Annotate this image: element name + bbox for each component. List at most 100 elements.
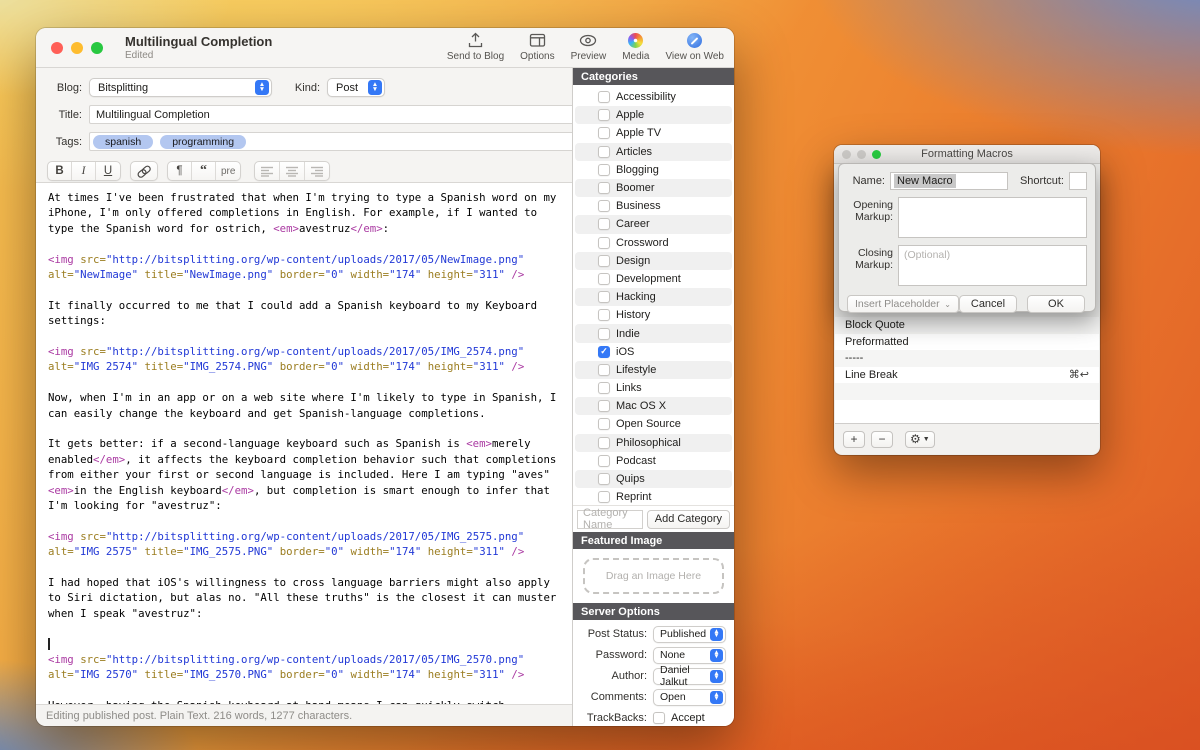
macro-row[interactable] [835, 383, 1099, 400]
category-checkbox[interactable] [598, 455, 610, 467]
server-option-popup[interactable]: Published▲▼ [653, 626, 726, 643]
category-checkbox[interactable] [598, 382, 610, 394]
server-option-popup[interactable]: Open▲▼ [653, 689, 726, 706]
category-row[interactable]: Boomer [575, 179, 732, 197]
category-row[interactable]: History [575, 306, 732, 324]
ok-button[interactable]: OK [1027, 295, 1085, 313]
category-row[interactable]: Apple [575, 106, 732, 124]
italic-button[interactable]: I [72, 162, 96, 180]
category-checkbox[interactable] [598, 400, 610, 412]
category-checkbox[interactable] [598, 418, 610, 430]
macro-shortcut-input[interactable] [1069, 172, 1087, 190]
category-checkbox[interactable] [598, 237, 610, 249]
category-checkbox[interactable] [598, 328, 610, 340]
toolbar-button-media[interactable]: Media [622, 31, 649, 62]
post-body-editor[interactable]: At times I've been frustrated that when … [36, 182, 572, 704]
category-row[interactable]: Design [575, 252, 732, 270]
closing-markup-textarea[interactable]: (Optional) [898, 245, 1087, 286]
underline-button[interactable]: U [96, 162, 120, 180]
cancel-button[interactable]: Cancel [959, 295, 1017, 313]
macro-row[interactable]: Line Break⌘↩ [835, 367, 1099, 384]
kind-popup[interactable]: Post ▲▼ [327, 78, 385, 97]
zoom-button[interactable] [91, 42, 103, 54]
category-row[interactable]: Philosophical [575, 434, 732, 452]
toolbar-button-view-on-web[interactable]: View on Web [665, 31, 724, 62]
category-checkbox[interactable] [598, 309, 610, 321]
category-checkbox[interactable] [598, 291, 610, 303]
category-checkbox[interactable] [598, 146, 610, 158]
category-row[interactable]: Links [575, 379, 732, 397]
category-checkbox[interactable] [598, 473, 610, 485]
align-center-icon[interactable] [280, 162, 305, 180]
category-row[interactable]: ✓iOS [575, 343, 732, 361]
featured-image-dropzone[interactable]: Drag an Image Here [583, 558, 724, 594]
macro-name-input[interactable]: New Macro [890, 172, 1008, 190]
macro-row[interactable]: Preformatted [835, 334, 1099, 351]
add-category-button[interactable]: Add Category [647, 510, 730, 529]
category-checkbox[interactable] [598, 218, 610, 230]
category-row[interactable]: Open Source [575, 415, 732, 433]
category-row[interactable]: Accessibility [575, 88, 732, 106]
categories-list[interactable]: AccessibilityAppleApple TVArticlesBloggi… [573, 85, 734, 505]
category-checkbox[interactable] [598, 200, 610, 212]
category-row[interactable]: Articles [575, 143, 732, 161]
category-row[interactable]: Podcast [575, 452, 732, 470]
bold-button[interactable]: B [48, 162, 72, 180]
paragraph-button[interactable]: ¶ [168, 162, 192, 180]
category-checkbox[interactable] [598, 109, 610, 121]
toolbar-button-options[interactable]: Options [520, 31, 554, 62]
category-checkbox[interactable] [598, 164, 610, 176]
macro-row[interactable]: Block Quote [835, 317, 1099, 334]
link-icon[interactable] [131, 162, 157, 180]
category-label: Indie [616, 328, 640, 340]
macros-list[interactable]: Block QuotePreformatted-----Line Break⌘↩ [835, 317, 1099, 423]
category-row[interactable]: Business [575, 197, 732, 215]
globe-icon [687, 31, 702, 50]
category-row[interactable]: Career [575, 215, 732, 233]
category-row[interactable]: Development [575, 270, 732, 288]
preformatted-button[interactable]: pre [216, 162, 240, 180]
macro-row[interactable]: ----- [835, 350, 1099, 367]
remove-macro-button[interactable]: − [871, 431, 893, 448]
toolbar-button-send-to-blog[interactable]: Send to Blog [447, 31, 504, 62]
category-row[interactable]: Mac OS X [575, 397, 732, 415]
insert-placeholder-popup[interactable]: Insert Placeholder ⌄ [847, 295, 959, 313]
category-checkbox[interactable] [598, 182, 610, 194]
opening-markup-textarea[interactable] [898, 197, 1087, 238]
server-option-popup[interactable]: Daniel Jalkut▲▼ [653, 668, 726, 685]
category-row[interactable]: Blogging [575, 161, 732, 179]
minimize-button[interactable] [71, 42, 83, 54]
tag-token[interactable]: programming [160, 135, 246, 149]
gear-menu-button[interactable]: ⚙▼ [905, 431, 935, 448]
category-checkbox[interactable] [598, 273, 610, 285]
category-name-input[interactable]: Category Name [577, 510, 643, 529]
blockquote-button[interactable]: “ [192, 162, 216, 180]
server-option-label: Comments: [573, 691, 647, 703]
category-checkbox[interactable] [598, 255, 610, 267]
category-checkbox[interactable] [598, 91, 610, 103]
macros-title-bar[interactable]: Formatting Macros [834, 145, 1100, 164]
title-bar[interactable]: Multilingual Completion Edited Send to B… [36, 28, 734, 68]
category-row[interactable]: Apple TV [575, 124, 732, 142]
add-macro-button[interactable]: + [843, 431, 865, 448]
category-row[interactable]: Lifestyle [575, 361, 732, 379]
server-option-popup[interactable]: None▲▼ [653, 647, 726, 664]
category-row[interactable]: Indie [575, 324, 732, 342]
macro-row[interactable] [835, 400, 1099, 417]
align-right-icon[interactable] [305, 162, 329, 180]
category-row[interactable]: Quips [575, 470, 732, 488]
category-checkbox[interactable] [598, 127, 610, 139]
blog-popup[interactable]: Bitsplitting ▲▼ [89, 78, 272, 97]
category-row[interactable]: Reprint [575, 488, 732, 505]
category-checkbox[interactable] [598, 491, 610, 503]
toolbar-button-preview[interactable]: Preview [571, 31, 607, 62]
tag-token[interactable]: spanish [93, 135, 153, 149]
align-left-icon[interactable] [255, 162, 280, 180]
category-row[interactable]: Hacking [575, 288, 732, 306]
category-checkbox[interactable] [598, 437, 610, 449]
category-checkbox[interactable]: ✓ [598, 346, 610, 358]
category-checkbox[interactable] [598, 364, 610, 376]
category-row[interactable]: Crossword [575, 234, 732, 252]
trackbacks-checkbox[interactable] [653, 712, 665, 724]
close-button[interactable] [51, 42, 63, 54]
